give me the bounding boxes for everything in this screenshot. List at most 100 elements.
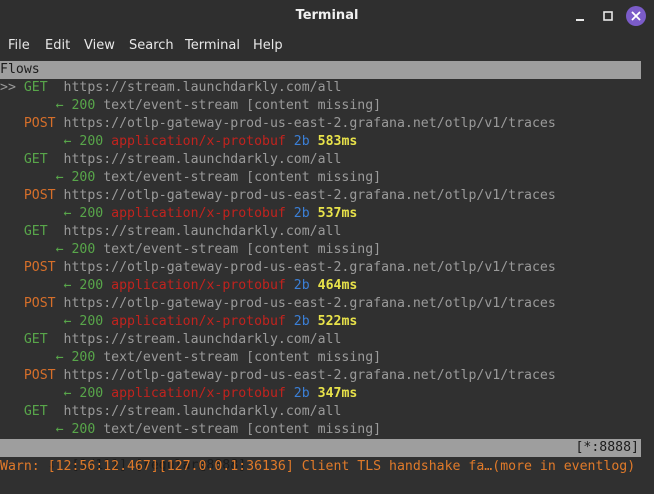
request-url: https://stream.launchdarkly.com/all xyxy=(63,80,342,95)
row-indent xyxy=(0,422,56,437)
request-url: https://stream.launchdarkly.com/all xyxy=(63,224,342,239)
request-url: https://otlp-gateway-prod-us-east-2.graf… xyxy=(63,188,556,203)
close-button[interactable] xyxy=(626,6,646,26)
http-method: GET xyxy=(23,404,64,419)
response-status: ← 200 xyxy=(63,134,112,149)
flow-request-row[interactable]: POST https://otlp-gateway-prod-us-east-2… xyxy=(0,259,556,277)
menu-help[interactable]: Help xyxy=(253,32,283,60)
maximize-icon xyxy=(603,11,613,21)
response-size: 2b xyxy=(293,278,318,293)
content-type: application/x-protobuf xyxy=(111,386,294,401)
request-url: https://otlp-gateway-prod-us-east-2.graf… xyxy=(63,260,556,275)
content-type: text/event-stream xyxy=(103,242,247,257)
status-bar: ⇩ [1/111] [regular@8888] [*:8888] xyxy=(0,439,641,473)
flow-request-row[interactable]: >> GET https://stream.launchdarkly.com/a… xyxy=(0,79,341,97)
response-status: ← 200 xyxy=(55,98,104,113)
flow-request-row[interactable]: GET https://stream.launchdarkly.com/all xyxy=(0,403,342,421)
request-url: https://stream.launchdarkly.com/all xyxy=(63,404,342,419)
response-status: ← 200 xyxy=(63,206,112,221)
warning-line: Warn: [12:56:12.467][127.0.0.1:36136] Cl… xyxy=(0,459,636,474)
row-indent xyxy=(0,260,24,275)
flow-response-row[interactable]: ← 200 text/event-stream [content missing… xyxy=(0,421,382,439)
scrollbar[interactable] xyxy=(642,61,654,439)
row-indent xyxy=(0,206,64,221)
row-indent xyxy=(0,224,24,239)
row-indent xyxy=(0,278,64,293)
flow-response-row[interactable]: ← 200 application/x-protobuf 2b 464ms xyxy=(0,277,358,295)
menu-view[interactable]: View xyxy=(84,32,115,60)
content-type: text/event-stream xyxy=(103,422,247,437)
row-indent xyxy=(0,188,24,203)
minimize-icon xyxy=(576,19,584,21)
menu-search[interactable]: Search xyxy=(129,32,174,60)
flow-response-row[interactable]: ← 200 application/x-protobuf 2b 347ms xyxy=(0,385,358,403)
request-url: https://otlp-gateway-prod-us-east-2.graf… xyxy=(63,116,556,131)
content-note: [content missing] xyxy=(246,242,382,257)
content-note: [content missing] xyxy=(246,170,382,185)
terminal-content[interactable]: Flows >> GET https://stream.launchdarkly… xyxy=(0,60,654,494)
flow-request-row[interactable]: GET https://stream.launchdarkly.com/all xyxy=(0,223,342,241)
content-type: text/event-stream xyxy=(103,170,247,185)
http-method: POST xyxy=(23,368,64,383)
flow-response-row[interactable]: ← 200 text/event-stream [content missing… xyxy=(0,349,382,367)
http-method: GET xyxy=(23,152,64,167)
content-type: text/event-stream xyxy=(103,350,247,365)
response-status: ← 200 xyxy=(55,350,104,365)
row-indent xyxy=(0,314,64,329)
response-status: ← 200 xyxy=(55,242,104,257)
row-indent xyxy=(0,134,64,149)
menu-bar: File Edit View Search Terminal Help xyxy=(0,32,654,60)
response-duration: 464ms xyxy=(317,278,358,293)
http-method: POST xyxy=(23,116,64,131)
content-type: application/x-protobuf xyxy=(111,134,294,149)
http-method: POST xyxy=(23,188,64,203)
content-note: [content missing] xyxy=(246,350,382,365)
http-method: POST xyxy=(23,296,64,311)
title-bar[interactable]: Terminal xyxy=(0,0,654,32)
flow-response-row[interactable]: ← 200 application/x-protobuf 2b 522ms xyxy=(0,313,358,331)
row-indent xyxy=(0,152,24,167)
http-method: GET xyxy=(23,332,64,347)
response-status: ← 200 xyxy=(63,278,112,293)
content-type: application/x-protobuf xyxy=(111,278,294,293)
flows-header: Flows xyxy=(0,61,641,79)
flow-response-row[interactable]: ← 200 text/event-stream [content missing… xyxy=(0,169,382,187)
content-note: [content missing] xyxy=(246,98,382,113)
response-duration: 583ms xyxy=(317,134,358,149)
flow-request-row[interactable]: POST https://otlp-gateway-prod-us-east-2… xyxy=(0,295,556,313)
flow-request-row[interactable]: GET https://stream.launchdarkly.com/all xyxy=(0,151,342,169)
status-right: [*:8888] xyxy=(575,440,639,455)
row-indent xyxy=(0,404,24,419)
flow-response-row[interactable]: ← 200 text/event-stream [content missing… xyxy=(0,97,382,115)
request-url: https://otlp-gateway-prod-us-east-2.graf… xyxy=(63,368,556,383)
response-duration: 537ms xyxy=(317,206,358,221)
flow-response-row[interactable]: ← 200 application/x-protobuf 2b 583ms xyxy=(0,133,358,151)
row-indent xyxy=(0,368,24,383)
row-indent xyxy=(0,350,56,365)
row-indent xyxy=(0,332,24,347)
maximize-button[interactable] xyxy=(598,6,618,26)
request-url: https://stream.launchdarkly.com/all xyxy=(63,152,342,167)
request-url: https://otlp-gateway-prod-us-east-2.graf… xyxy=(63,296,556,311)
menu-file[interactable]: File xyxy=(8,32,30,60)
flow-response-row[interactable]: ← 200 text/event-stream [content missing… xyxy=(0,241,382,259)
flow-request-row[interactable]: POST https://otlp-gateway-prod-us-east-2… xyxy=(0,367,556,385)
request-url: https://stream.launchdarkly.com/all xyxy=(63,332,342,347)
terminal-window: Terminal File Edit View Search Terminal … xyxy=(0,0,654,494)
content-type: text/event-stream xyxy=(103,98,247,113)
flow-response-row[interactable]: ← 200 application/x-protobuf 2b 537ms xyxy=(0,205,358,223)
minimize-button[interactable] xyxy=(570,6,590,26)
response-duration: 347ms xyxy=(317,386,358,401)
response-size: 2b xyxy=(293,134,318,149)
flow-request-row[interactable]: POST https://otlp-gateway-prod-us-east-2… xyxy=(0,115,556,133)
flow-request-row[interactable]: POST https://otlp-gateway-prod-us-east-2… xyxy=(0,187,556,205)
flow-request-row[interactable]: GET https://stream.launchdarkly.com/all xyxy=(0,331,342,349)
row-indent xyxy=(0,242,56,257)
response-duration: 522ms xyxy=(317,314,358,329)
response-size: 2b xyxy=(293,314,318,329)
window-title: Terminal xyxy=(295,8,359,23)
response-status: ← 200 xyxy=(55,170,104,185)
menu-edit[interactable]: Edit xyxy=(45,32,70,60)
menu-terminal[interactable]: Terminal xyxy=(185,32,240,60)
row-indent xyxy=(0,98,56,113)
